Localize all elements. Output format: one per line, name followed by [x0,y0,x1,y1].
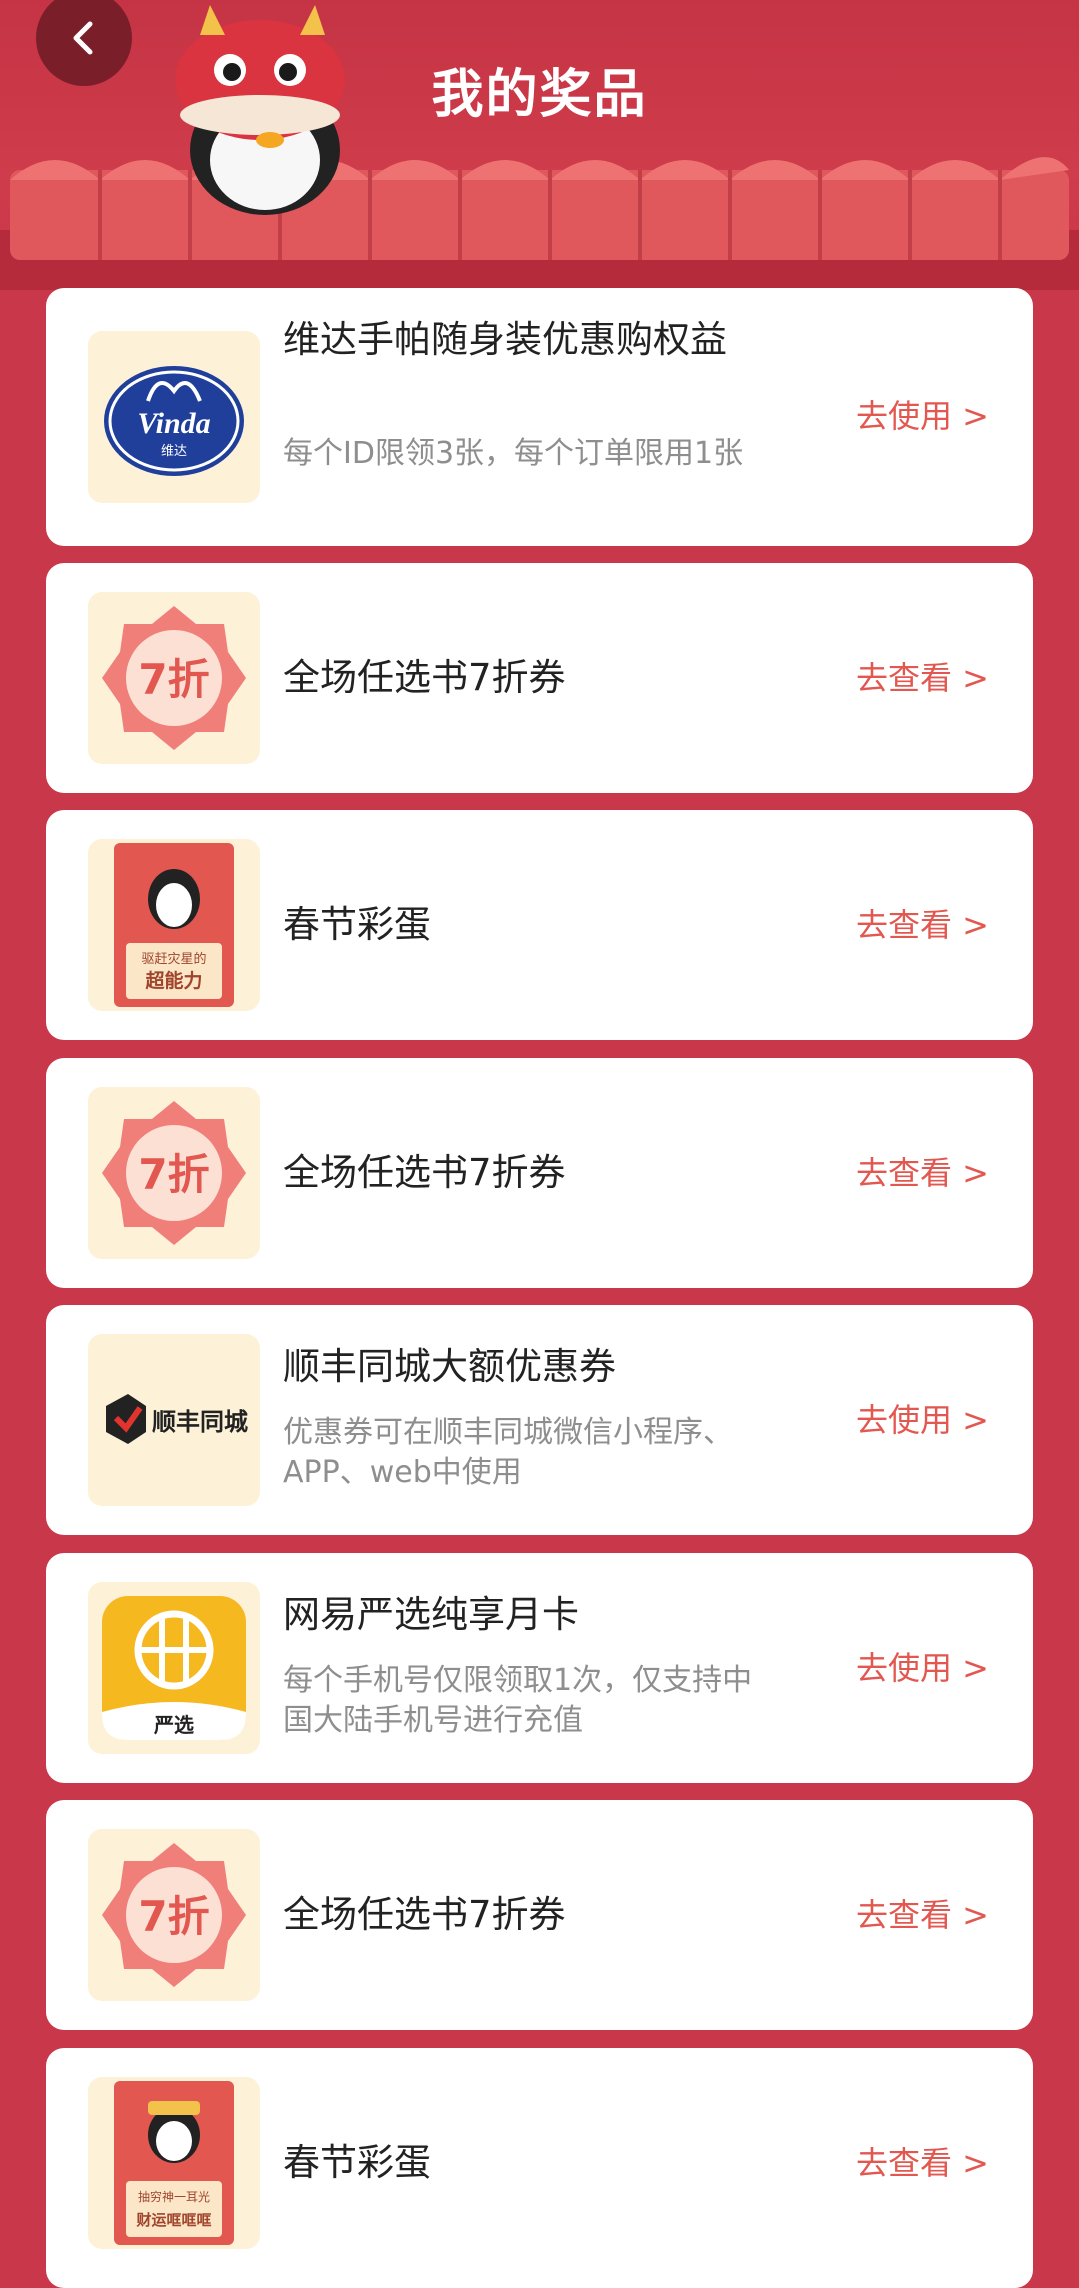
prize-name: 维达手帕随身装优惠购权益 [283,318,727,361]
sf-logo: 顺丰同城 [88,1334,260,1506]
discount-badge-icon: 7折 [88,592,260,764]
prize-card[interactable]: 7折 全场任选书7折券 去查看 > [46,1800,1033,2030]
prize-card[interactable]: 顺丰同城 顺丰同城大额优惠券 优惠券可在顺丰同城微信小程序、APP、web中使用… [46,1305,1033,1535]
view-button[interactable]: 去查看 > [856,1153,989,1193]
svg-text:维达: 维达 [161,444,187,459]
prize-name: 春节彩蛋 [283,2141,431,2184]
svg-text:Vinda: Vinda [137,407,210,440]
prize-card[interactable]: 7折 全场任选书7折券 去查看 > [46,1058,1033,1288]
svg-text:驱赶灾星的: 驱赶灾星的 [141,951,206,967]
yanxuan-logo: 严选 [88,1582,260,1754]
svg-text:7折: 7折 [138,655,209,704]
prize-name: 春节彩蛋 [283,903,431,946]
page-title: 我的奖品 [431,65,648,125]
penguin-card-icon: 抽穷神一耳光 财运哐哐哐 [88,2077,260,2249]
page-header: 我的奖品 [0,0,1079,290]
prize-name: 顺丰同城大额优惠券 [283,1345,616,1388]
view-button[interactable]: 去查看 > [856,905,989,945]
view-button[interactable]: 去查看 > [856,1895,989,1935]
use-button[interactable]: 去使用 > [856,1400,989,1440]
prize-card[interactable]: Vinda 维达 维达手帕随身装优惠购权益 每个ID限领3张，每个订单限用1张 … [46,288,1033,546]
svg-text:超能力: 超能力 [144,969,202,992]
prize-description: 优惠券可在顺丰同城微信小程序、APP、web中使用 [283,1415,733,1490]
svg-text:抽穷神一耳光: 抽穷神一耳光 [138,2189,210,2204]
prize-description: 每个手机号仅限领取1次，仅支持中国大陆手机号进行充值 [283,1663,753,1738]
svg-text:7折: 7折 [138,1892,209,1941]
discount-badge-icon: 7折 [88,1087,260,1259]
view-button[interactable]: 去查看 > [856,2143,989,2183]
prize-card[interactable]: 严选 网易严选纯享月卡 每个手机号仅限领取1次，仅支持中国大陆手机号进行充值 去… [46,1553,1033,1783]
svg-text:顺丰同城: 顺丰同城 [152,1408,248,1436]
svg-text:财运哐哐哐: 财运哐哐哐 [136,2211,211,2229]
prize-card[interactable]: 7折 全场任选书7折券 去查看 > [46,563,1033,793]
prize-card[interactable]: 驱赶灾星的 超能力 春节彩蛋 去查看 > [46,810,1033,1040]
use-button[interactable]: 去使用 > [856,396,989,436]
prize-name: 全场任选书7折券 [283,1893,566,1936]
view-button[interactable]: 去查看 > [856,658,989,698]
prize-description: 每个ID限领3张，每个订单限用1张 [283,436,744,471]
prize-name: 网易严选纯享月卡 [283,1593,579,1636]
prize-card[interactable]: 抽穷神一耳光 财运哐哐哐 春节彩蛋 去查看 > [46,2048,1033,2288]
prize-name: 全场任选书7折券 [283,1151,566,1194]
svg-text:严选: 严选 [153,1713,194,1737]
discount-badge-icon: 7折 [88,1829,260,2001]
use-button[interactable]: 去使用 > [856,1648,989,1688]
vinda-logo: Vinda 维达 [88,331,260,503]
penguin-card-icon: 驱赶灾星的 超能力 [88,839,260,1011]
prize-name: 全场任选书7折券 [283,656,566,699]
svg-text:7折: 7折 [138,1150,209,1199]
